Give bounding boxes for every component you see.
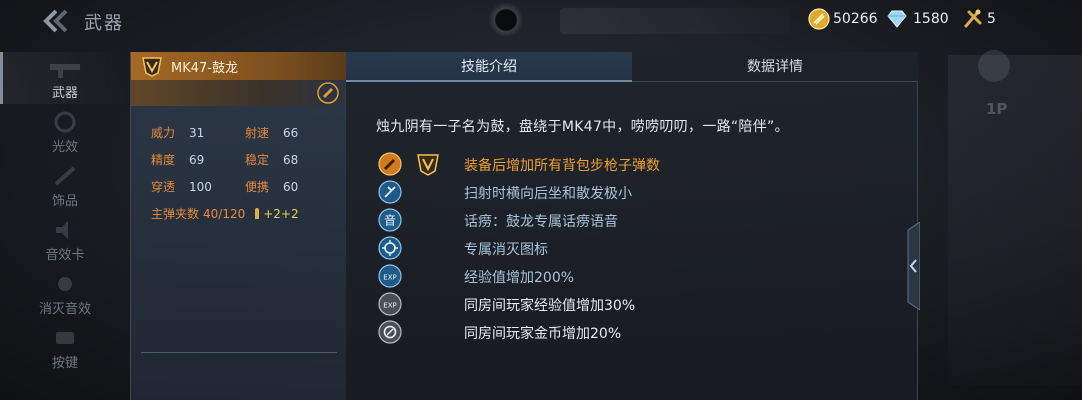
back-button[interactable] — [38, 6, 72, 36]
stat-label: 威力 — [151, 126, 176, 140]
kill-sound-icon — [58, 277, 72, 291]
skill-text: 话痨：鼓龙专属话痨语音 — [464, 214, 618, 230]
ticket-currency[interactable]: 5 — [962, 8, 996, 30]
ticket-icon — [964, 9, 982, 28]
diamond-icon — [887, 10, 907, 28]
svg-text:EXP: EXP — [383, 302, 396, 310]
weapon-subheader — [131, 80, 347, 106]
spray-icon — [378, 180, 402, 204]
skill-text: 同房间玩家经验值增加30% — [464, 298, 636, 314]
stat-value: 68 — [283, 153, 299, 167]
stat-value: 69 — [189, 153, 205, 167]
ticket-amount: 5 — [987, 11, 996, 27]
stat-stability: 稳定 68 — [245, 151, 298, 168]
skill-item: 同房间玩家金币增加20% — [378, 320, 898, 346]
stat-label: 穿透 — [151, 180, 176, 194]
skill-item: 专属消灭图标 — [378, 236, 898, 262]
nav-item-keys[interactable]: 按键 — [0, 322, 130, 374]
right-round-button — [978, 50, 1010, 82]
exp-icon: EXP — [378, 264, 402, 288]
speaker-icon — [56, 221, 68, 239]
diamond-amount: 1580 — [913, 11, 949, 27]
right-1p-label: 1P — [986, 100, 1008, 118]
collapse-arrow-button[interactable] — [904, 221, 921, 311]
left-nav: 武器 光效 饰品 音效卡 消灭音效 按键 — [0, 50, 130, 400]
stat-fire-rate: 射速 66 — [245, 124, 298, 141]
rifle-icon — [50, 64, 80, 78]
nav-item-sound-card[interactable]: 音效卡 — [0, 214, 130, 266]
stat-accuracy: 精度 69 — [151, 151, 204, 168]
ammo-bonus: +2+2 — [263, 207, 299, 221]
stat-label: 便携 — [245, 180, 270, 194]
nav-item-kill-sound[interactable]: 消灭音效 — [0, 268, 130, 320]
stat-value: 60 — [283, 180, 299, 194]
nav-label: 消灭音效 — [38, 302, 91, 317]
chevron-left-icon — [907, 221, 921, 311]
bullet-icon — [255, 208, 260, 219]
stat-value: 100 — [189, 180, 212, 194]
ammo-label: 主弹夹数 — [151, 207, 200, 221]
v-rank-icon — [417, 154, 439, 176]
v-rank-icon — [142, 57, 162, 77]
weapon-panel: MK47-鼓龙 威力 31 射速 66 精度 69 稳定 68 穿透 100 便携 60 主… — [130, 52, 347, 400]
nav-item-weapon[interactable]: 武器 — [0, 52, 130, 104]
top-bar: 武器 50266 1580 5 — [0, 0, 1082, 44]
skill-text: 专属消灭图标 — [464, 242, 548, 258]
gold-currency[interactable]: 50266 — [808, 8, 878, 30]
skill-intro-text: 烛九阴有一子名为鼓，盘绕于MK47中，唠唠叨叨，一路“陪伴”。 — [376, 119, 789, 135]
skill-text: 装备后增加所有背包步枪子弹数 — [464, 158, 660, 174]
skill-item: 装备后增加所有背包步枪子弹数 — [378, 152, 898, 178]
nav-label: 饰品 — [51, 194, 78, 209]
skill-item: EXP 同房间玩家经验值增加30% — [378, 292, 898, 318]
ammo-row: 主弹夹数 40/120 +2+2 — [151, 205, 299, 222]
stat-penetration: 穿透 100 — [151, 178, 212, 195]
page-title: 武器 — [84, 13, 124, 34]
svg-text:EXP: EXP — [383, 274, 396, 282]
weapon-header: MK47-鼓龙 — [131, 52, 347, 80]
divider — [141, 352, 337, 353]
room-gold-icon — [378, 320, 402, 344]
stat-power: 威力 31 — [151, 124, 204, 141]
ammo-value: 40/120 — [203, 207, 246, 221]
svg-text:音: 音 — [384, 213, 396, 228]
nav-label: 武器 — [51, 86, 78, 101]
skill-text: 扫射时横向后坐和散发极小 — [464, 186, 632, 202]
accessory-icon — [54, 166, 76, 186]
stat-portability: 便携 60 — [245, 178, 298, 195]
skill-item: 音 话痨：鼓龙专属话痨语音 — [378, 208, 898, 234]
weapon-name: MK47-鼓龙 — [171, 61, 238, 76]
nav-label: 光效 — [51, 140, 78, 155]
stat-label: 射速 — [245, 126, 270, 140]
light-effect-icon — [54, 111, 76, 133]
gold-amount: 50266 — [833, 11, 878, 27]
skill-item: EXP 经验值增加200% — [378, 264, 898, 290]
tab-skill-intro[interactable]: 技能介绍 — [346, 52, 632, 82]
tab-data-details[interactable]: 数据详情 — [632, 52, 918, 82]
nav-label: 音效卡 — [45, 248, 85, 263]
gold-coin-icon — [808, 8, 830, 30]
skill-item: 扫射时横向后坐和散发极小 — [378, 180, 898, 206]
nav-label: 按键 — [51, 356, 78, 371]
key-binding-icon — [56, 332, 74, 344]
nav-item-light-effect[interactable]: 光效 — [0, 106, 130, 158]
skill-content-panel: 技能介绍 数据详情 烛九阴有一子名为鼓，盘绕于MK47中，唠唠叨叨，一路“陪伴”… — [346, 52, 918, 400]
bullet-icon — [378, 152, 402, 176]
back-arrow-icon — [43, 9, 68, 33]
stat-value: 31 — [189, 126, 205, 140]
background-right-panel — [948, 55, 1082, 385]
nav-item-accessory[interactable]: 饰品 — [0, 160, 130, 212]
diamond-currency[interactable]: 1580 — [884, 8, 949, 30]
stat-value: 66 — [283, 126, 299, 140]
weapon-type-badge-icon — [317, 82, 339, 104]
skill-text: 经验值增加200% — [464, 270, 575, 286]
stat-label: 稳定 — [245, 153, 270, 167]
room-exp-icon: EXP — [378, 292, 402, 316]
kill-mark-icon — [378, 236, 402, 260]
skill-text: 同房间玩家金币增加20% — [464, 326, 622, 342]
voice-icon: 音 — [378, 208, 402, 232]
stat-label: 精度 — [151, 153, 176, 167]
